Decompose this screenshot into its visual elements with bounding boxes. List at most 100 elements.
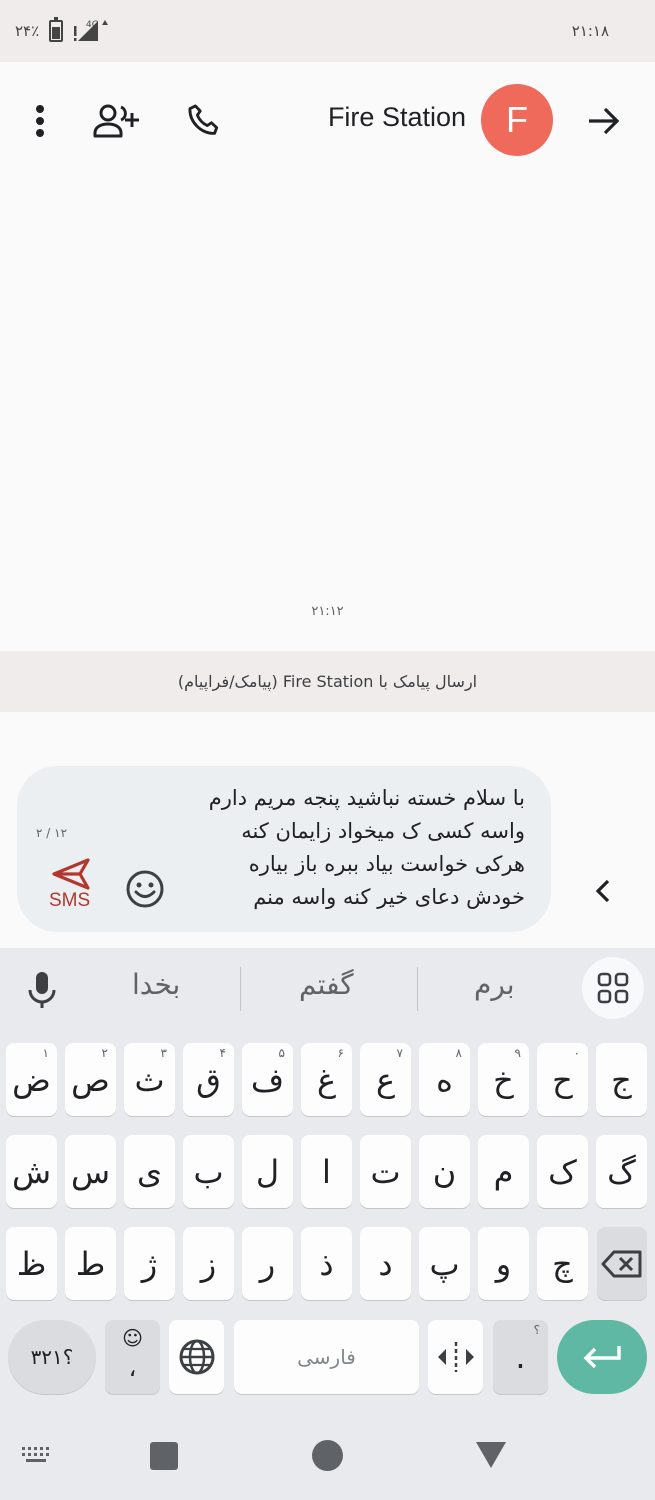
suggestion-2[interactable]: گفتم — [299, 968, 354, 1001]
letter-key[interactable]: ۵ف — [242, 1043, 293, 1116]
letter-key[interactable]: چ — [537, 1227, 588, 1300]
send-sms-button[interactable]: SMS — [47, 858, 97, 918]
character-counter: ۲ / ۱۲ — [36, 826, 68, 840]
letter-key[interactable]: گ — [596, 1135, 647, 1208]
key-label: د — [378, 1244, 393, 1283]
compose-line: هرکی خواست بیاد ببره باز بیاره — [248, 852, 525, 876]
key-hint: ۵ — [278, 1046, 285, 1060]
key-label: ض — [12, 1060, 51, 1099]
letter-key[interactable]: ر — [242, 1227, 293, 1300]
key-label: ک — [548, 1152, 577, 1191]
suggestion-3[interactable]: بخدا — [132, 968, 180, 1001]
letter-key[interactable]: ی — [124, 1135, 175, 1208]
key-label: ب — [193, 1152, 224, 1191]
send-mode-text: ارسال پیامک با Fire Station (پیامک/فراپی… — [177, 672, 478, 691]
language-switch-key[interactable] — [169, 1320, 224, 1394]
expand-options-button[interactable] — [588, 873, 620, 909]
letter-key[interactable]: ۲ص — [65, 1043, 116, 1116]
letter-key[interactable]: ۴ق — [183, 1043, 234, 1116]
letter-key[interactable]: م — [478, 1135, 529, 1208]
sms-label: SMS — [49, 890, 91, 911]
status-bar: ۲۴٪ 4G ۲۱:۱۸ — [0, 0, 655, 62]
letter-key[interactable]: ۰ح — [537, 1043, 588, 1116]
key-hint: ۴ — [219, 1046, 226, 1060]
letter-key[interactable]: ک — [537, 1135, 588, 1208]
compose-line: واسه کسی ک میخواد زایمان کنه — [241, 819, 525, 843]
letter-key[interactable]: ب — [183, 1135, 234, 1208]
letter-key[interactable]: ت — [360, 1135, 411, 1208]
emoji-button[interactable] — [125, 869, 165, 909]
keyboard-hide-button[interactable] — [20, 1444, 56, 1468]
key-label: ج — [611, 1060, 632, 1099]
suggestion-1[interactable]: برم — [474, 968, 515, 1001]
letter-key[interactable]: ش — [6, 1135, 57, 1208]
avatar-letter: F — [506, 99, 528, 140]
call-button[interactable] — [180, 96, 228, 146]
enter-key[interactable] — [557, 1320, 647, 1394]
cursor-move-icon — [437, 1342, 474, 1372]
add-contact-button[interactable] — [90, 96, 142, 146]
signal-4g-icon: 4G — [74, 20, 108, 41]
letter-key[interactable]: س — [65, 1135, 116, 1208]
key-label: چ — [552, 1244, 573, 1283]
add-person-icon — [93, 104, 139, 138]
letter-key[interactable]: و — [478, 1227, 529, 1300]
letter-key[interactable]: ۶غ — [301, 1043, 352, 1116]
comma-key-label: ، — [128, 1354, 137, 1382]
letter-key[interactable]: ۳ث — [124, 1043, 175, 1116]
letter-key[interactable]: ط — [65, 1227, 116, 1300]
suggestion-divider — [240, 967, 241, 1011]
letter-key[interactable]: ۱ض — [6, 1043, 57, 1116]
letter-key[interactable]: ظ — [6, 1227, 57, 1300]
comma-emoji-key[interactable]: ☺ ، — [105, 1320, 160, 1394]
key-hint: ۸ — [455, 1046, 462, 1060]
key-label: ع — [375, 1060, 396, 1099]
enter-arrow-icon — [583, 1346, 621, 1369]
letter-key[interactable]: ذ — [301, 1227, 352, 1300]
letter-key[interactable]: ج — [596, 1043, 647, 1116]
compose-line: با سلام خسته نباشید پنجه مریم دارم — [208, 786, 525, 810]
letter-key[interactable]: ا — [301, 1135, 352, 1208]
status-time: ۲۱:۱۸ — [571, 22, 609, 40]
letter-key[interactable]: ن — [419, 1135, 470, 1208]
keyboard-apps-button[interactable] — [582, 957, 644, 1019]
key-label: ژ — [141, 1244, 158, 1283]
letter-key[interactable]: ژ — [124, 1227, 175, 1300]
letter-key[interactable]: ز — [183, 1227, 234, 1300]
compose-line: خودش دعای خیر کنه واسه منم — [253, 885, 525, 909]
voice-input-button[interactable] — [20, 964, 64, 1014]
back-nav-button[interactable] — [474, 1440, 508, 1470]
key-label: غ — [316, 1060, 337, 1099]
contact-avatar[interactable]: F — [481, 84, 553, 156]
message-timestamp: ۲۱:۱۲ — [311, 604, 344, 619]
battery-percent: ۲۴٪ — [15, 22, 40, 40]
emoji-icon — [126, 870, 164, 908]
back-button[interactable] — [580, 96, 628, 146]
key-label: ن — [432, 1152, 457, 1191]
letter-key[interactable]: ۸ه — [419, 1043, 470, 1116]
more-options-button[interactable] — [20, 96, 60, 146]
key-label: ح — [552, 1060, 573, 1099]
backspace-key[interactable] — [597, 1227, 647, 1300]
letter-key[interactable]: د — [360, 1227, 411, 1300]
letter-key[interactable]: پ — [419, 1227, 470, 1300]
space-key[interactable]: فارسی — [234, 1320, 419, 1394]
key-label: ق — [196, 1060, 221, 1099]
key-label: ل — [255, 1152, 280, 1191]
letter-key[interactable]: ۷ع — [360, 1043, 411, 1116]
period-key[interactable]: ؟ . — [493, 1320, 548, 1394]
compose-box[interactable]: با سلام خسته نباشید پنجه مریم دارم واسه … — [17, 766, 551, 932]
symbols-key[interactable]: ؟۳۲۱ — [8, 1320, 96, 1394]
cursor-control-key[interactable] — [428, 1320, 483, 1394]
key-hint: ۳ — [160, 1046, 167, 1060]
recents-button[interactable] — [150, 1442, 178, 1470]
navigation-bar — [0, 1418, 655, 1500]
compose-text-field[interactable]: با سلام خسته نباشید پنجه مریم دارم واسه … — [145, 782, 525, 914]
home-button[interactable] — [312, 1440, 343, 1471]
letter-key[interactable]: ۹خ — [478, 1043, 529, 1116]
suggestion-divider — [417, 967, 418, 1011]
contact-name[interactable]: Fire Station — [328, 102, 466, 133]
send-icon — [52, 858, 90, 890]
letter-key[interactable]: ل — [242, 1135, 293, 1208]
key-hint: ۹ — [514, 1046, 521, 1060]
